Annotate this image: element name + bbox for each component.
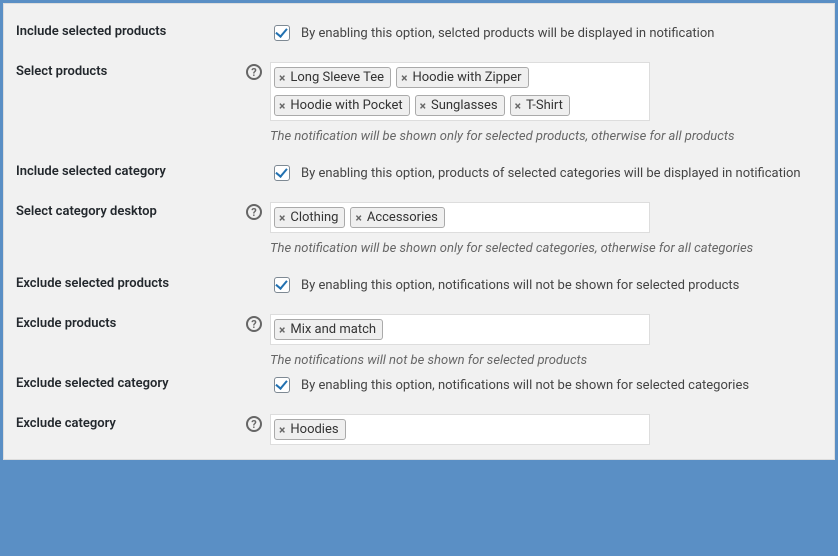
- tag[interactable]: × Long Sleeve Tee: [274, 67, 391, 88]
- label-exclude-products-field: Exclude products: [16, 314, 246, 331]
- remove-icon[interactable]: ×: [420, 100, 426, 112]
- tag[interactable]: × Clothing: [274, 207, 345, 228]
- remove-icon[interactable]: ×: [401, 72, 407, 84]
- tag[interactable]: × Hoodies: [274, 419, 346, 440]
- label-select-products: Select products: [16, 62, 246, 79]
- hint-exclude-products-field: The notifications will not be shown for …: [270, 353, 822, 368]
- label-include-products: Include selected products: [16, 22, 246, 39]
- tag[interactable]: × Hoodie with Zipper: [396, 67, 529, 88]
- remove-icon[interactable]: ×: [515, 100, 521, 112]
- row-select-products: Select products ? × Long Sleeve Tee × Hoodi…: [16, 44, 822, 144]
- help-icon[interactable]: ?: [246, 416, 262, 432]
- label-exclude-products: Exclude selected products: [16, 274, 246, 291]
- remove-icon[interactable]: ×: [279, 324, 285, 336]
- tag[interactable]: × Accessories: [350, 207, 444, 228]
- tag-label: Hoodie with Pocket: [290, 98, 402, 113]
- row-include-category: Include selected category By enabling th…: [16, 144, 822, 184]
- label-exclude-category: Exclude selected category: [16, 374, 246, 391]
- tag-label: Hoodie with Zipper: [412, 70, 521, 85]
- tag[interactable]: × T-Shirt: [510, 95, 570, 116]
- row-include-products: Include selected products By enabling th…: [16, 4, 822, 44]
- remove-icon[interactable]: ×: [279, 424, 285, 436]
- help-icon[interactable]: ?: [246, 316, 262, 332]
- checkbox-include-category[interactable]: [274, 165, 290, 181]
- desc-include-category: By enabling this option, products of sel…: [301, 166, 801, 181]
- desc-exclude-products: By enabling this option, notifications w…: [301, 278, 739, 293]
- settings-panel: Include selected products By enabling th…: [3, 3, 835, 460]
- checkbox-include-products[interactable]: [274, 25, 290, 41]
- help-icon[interactable]: ?: [246, 204, 262, 220]
- tag-label: Mix and match: [290, 322, 376, 337]
- remove-icon[interactable]: ×: [279, 100, 285, 112]
- row-exclude-category: Exclude selected category By enabling th…: [16, 368, 822, 396]
- row-exclude-products-field: Exclude products ? × Mix and match The no…: [16, 296, 822, 368]
- help-icon[interactable]: ?: [246, 64, 262, 80]
- tag-label: Hoodies: [290, 422, 338, 437]
- row-exclude-category-field: Exclude category ? × Hoodies: [16, 396, 822, 445]
- remove-icon[interactable]: ×: [279, 212, 285, 224]
- remove-icon[interactable]: ×: [279, 72, 285, 84]
- tag-label: Clothing: [290, 210, 338, 225]
- tag[interactable]: × Mix and match: [274, 319, 383, 340]
- select-products-input[interactable]: × Long Sleeve Tee × Hoodie with Zipper × Hood…: [270, 62, 650, 121]
- label-select-category-desktop: Select category desktop: [16, 202, 246, 219]
- desc-include-products: By enabling this option, selcted product…: [301, 26, 714, 41]
- select-category-desktop-input[interactable]: × Clothing × Accessories: [270, 202, 650, 233]
- label-include-category: Include selected category: [16, 162, 246, 179]
- tag-label: Sunglasses: [431, 98, 498, 113]
- remove-icon[interactable]: ×: [355, 212, 361, 224]
- checkbox-exclude-products[interactable]: [274, 277, 290, 293]
- row-exclude-products: Exclude selected products By enabling th…: [16, 256, 822, 296]
- hint-select-category-desktop: The notification will be shown only for …: [270, 241, 822, 256]
- checkbox-exclude-category[interactable]: [274, 377, 290, 393]
- hint-select-products: The notification will be shown only for …: [270, 129, 822, 144]
- label-exclude-category-field: Exclude category: [16, 414, 246, 431]
- tag[interactable]: × Hoodie with Pocket: [274, 95, 410, 116]
- row-select-category-desktop: Select category desktop ? × Clothing × Acce…: [16, 184, 822, 256]
- tag[interactable]: × Sunglasses: [415, 95, 505, 116]
- exclude-category-input[interactable]: × Hoodies: [270, 414, 650, 445]
- desc-exclude-category: By enabling this option, notifications w…: [301, 378, 749, 393]
- tag-label: Long Sleeve Tee: [290, 70, 384, 85]
- tag-label: T-Shirt: [526, 98, 563, 113]
- tag-label: Accessories: [367, 210, 438, 225]
- exclude-products-input[interactable]: × Mix and match: [270, 314, 650, 345]
